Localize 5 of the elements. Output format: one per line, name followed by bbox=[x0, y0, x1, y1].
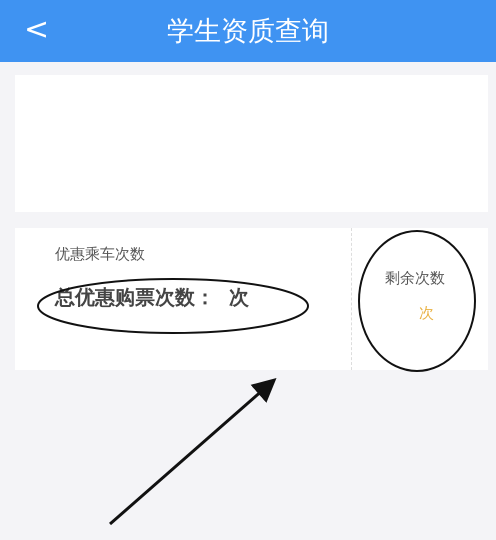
page-title: 学生资质查询 bbox=[167, 15, 329, 49]
section-label: 优惠乘车次数 bbox=[55, 245, 145, 263]
remaining-value: 次 bbox=[419, 304, 434, 323]
remaining-label: 剩余次数 bbox=[385, 269, 445, 287]
back-button[interactable]: < bbox=[20, 12, 54, 48]
